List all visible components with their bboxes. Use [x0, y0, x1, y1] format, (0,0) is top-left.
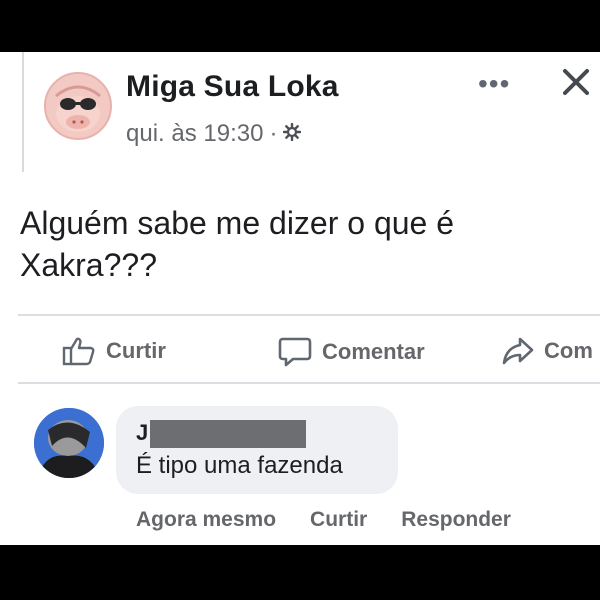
- comment-like-link[interactable]: Curtir: [310, 508, 367, 532]
- comment-text: É tipo uma fazenda: [136, 452, 343, 479]
- post-meta: qui. às 19:30 ·: [126, 120, 302, 148]
- divider-top: [18, 314, 600, 316]
- page-avatar[interactable]: [44, 72, 112, 140]
- gear-icon: [283, 120, 302, 148]
- comment-reply-link[interactable]: Responder: [401, 508, 511, 532]
- comment-author[interactable]: J: [136, 420, 148, 446]
- commenter-avatar[interactable]: [34, 408, 104, 478]
- comment-actions: Agora mesmo Curtir Responder: [136, 508, 511, 532]
- thumbs-up-icon: [62, 337, 95, 366]
- post-text: Alguém sabe me dizer o que é Xakra???: [20, 205, 455, 283]
- share-label: Com: [544, 338, 593, 363]
- like-button[interactable]: Curtir: [62, 336, 166, 366]
- comment-time[interactable]: Agora mesmo: [136, 508, 276, 532]
- close-icon[interactable]: [560, 66, 592, 98]
- post-time[interactable]: qui. às 19:30: [126, 120, 263, 148]
- divider-bottom: [18, 382, 600, 384]
- redacted-name: [150, 420, 306, 448]
- post-card: Miga Sua Loka qui. às 19:30 · ••• Alguém…: [0, 52, 600, 545]
- share-arrow-icon: [502, 337, 534, 365]
- speech-bubble-icon: [278, 337, 312, 367]
- comment-button[interactable]: Comentar: [278, 336, 425, 368]
- meta-separator: ·: [269, 120, 278, 147]
- more-options-icon[interactable]: •••: [478, 70, 510, 98]
- thread-line: [22, 52, 24, 172]
- comment-label: Comentar: [322, 339, 425, 364]
- comment-bubble: J É tipo uma fazenda: [116, 406, 398, 494]
- share-button[interactable]: Com: [502, 336, 593, 366]
- like-label: Curtir: [106, 338, 166, 363]
- post-author[interactable]: Miga Sua Loka: [126, 70, 339, 104]
